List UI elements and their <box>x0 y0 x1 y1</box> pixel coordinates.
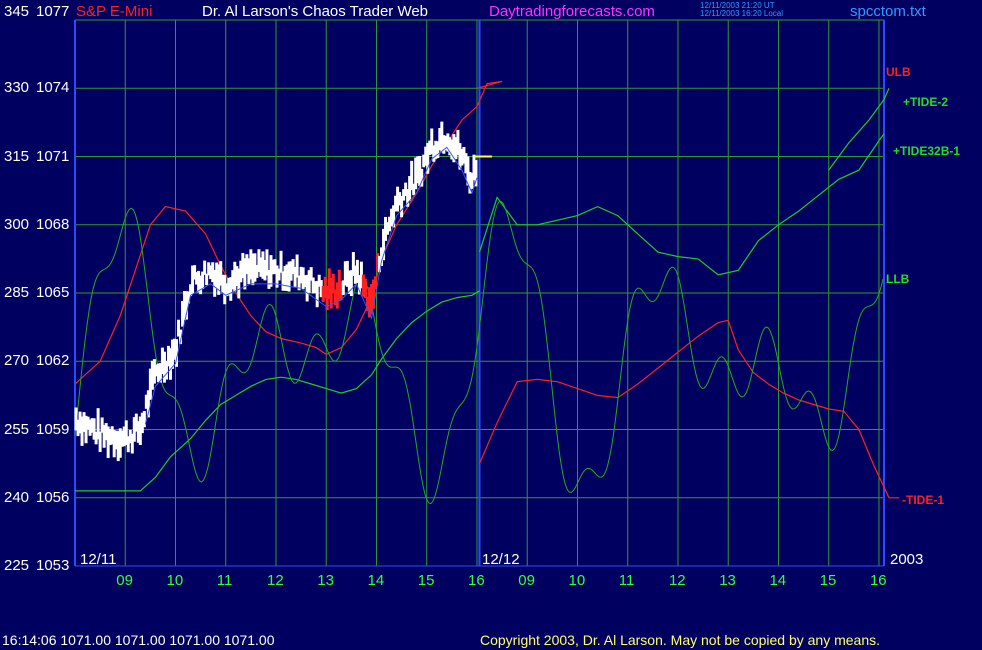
year-label: 2003 <box>890 551 924 568</box>
x-tick-label: 11 <box>216 572 233 589</box>
tide32b-label: +TIDE32B-1 <box>893 144 961 158</box>
timestamp-local: 12/11/2003 16:20 Local <box>700 9 784 18</box>
x-tick-label: 14 <box>769 572 787 589</box>
x-tick-label: 15 <box>819 572 837 589</box>
y-right-tick-label: 1062 <box>36 352 70 370</box>
x-tick-label: 10 <box>568 572 586 589</box>
y-left-tick-label: 255 <box>4 420 30 438</box>
x-tick-label: 13 <box>317 572 334 589</box>
y-right-tick-label: 1056 <box>36 488 70 506</box>
x-tick-label: 10 <box>166 572 184 589</box>
chart-title: Dr. Al Larson's Chaos Trader Web <box>202 3 429 20</box>
y-left-tick-label: 225 <box>4 557 30 574</box>
x-tick-label: 09 <box>518 572 535 589</box>
x-tick-label: 13 <box>719 572 736 589</box>
y-right-tick-label: 1059 <box>36 420 70 438</box>
y-left-tick-label: 315 <box>4 147 30 165</box>
y-left-top-label: 345 <box>4 3 30 20</box>
y-right-tick-label: 1068 <box>36 215 70 233</box>
copyright-notice: Copyright 2003, Dr. Al Larson. May not b… <box>480 632 881 648</box>
x-tick-label: 15 <box>417 572 435 589</box>
quote-readout: 16:14:06 1071.00 1071.00 1071.00 1071.00 <box>2 632 275 648</box>
y-right-tick-label: 1053 <box>36 557 70 574</box>
x-tick-label: 16 <box>869 572 887 589</box>
y-right-tick-label: 1071 <box>36 147 70 165</box>
llb-label: LLB <box>886 272 910 286</box>
y-left-tick-label: 270 <box>4 352 30 370</box>
x-tick-label: 14 <box>367 572 385 589</box>
x-tick-label: 16 <box>467 572 485 589</box>
date-label-1211: 12/11 <box>80 551 117 568</box>
date-label-1212: 12/12 <box>482 551 520 568</box>
tide2-label: +TIDE-2 <box>903 95 949 109</box>
tide1-label: -TIDE-1 <box>902 493 944 507</box>
x-tick-label: 11 <box>618 572 635 589</box>
x-tick-label: 12 <box>266 572 284 589</box>
y-right-tick-label: 1065 <box>36 284 70 301</box>
instrument-title: S&P E-Mini <box>76 3 153 20</box>
y-left-tick-label: 330 <box>4 79 30 97</box>
filename-label: spcctom.txt <box>850 3 926 20</box>
x-tick-label: 09 <box>116 572 133 589</box>
ulb-label: ULB <box>886 65 911 79</box>
y-left-tick-label: 240 <box>4 488 30 506</box>
x-tick-label: 12 <box>668 572 686 589</box>
y-left-tick-label: 300 <box>4 215 30 233</box>
site-link[interactable]: Daytradingforecasts.com <box>489 4 655 20</box>
y-left-tick-label: 285 <box>4 284 30 301</box>
y-right-top-label: 1077 <box>36 3 70 20</box>
y-right-tick-label: 1074 <box>36 79 70 97</box>
